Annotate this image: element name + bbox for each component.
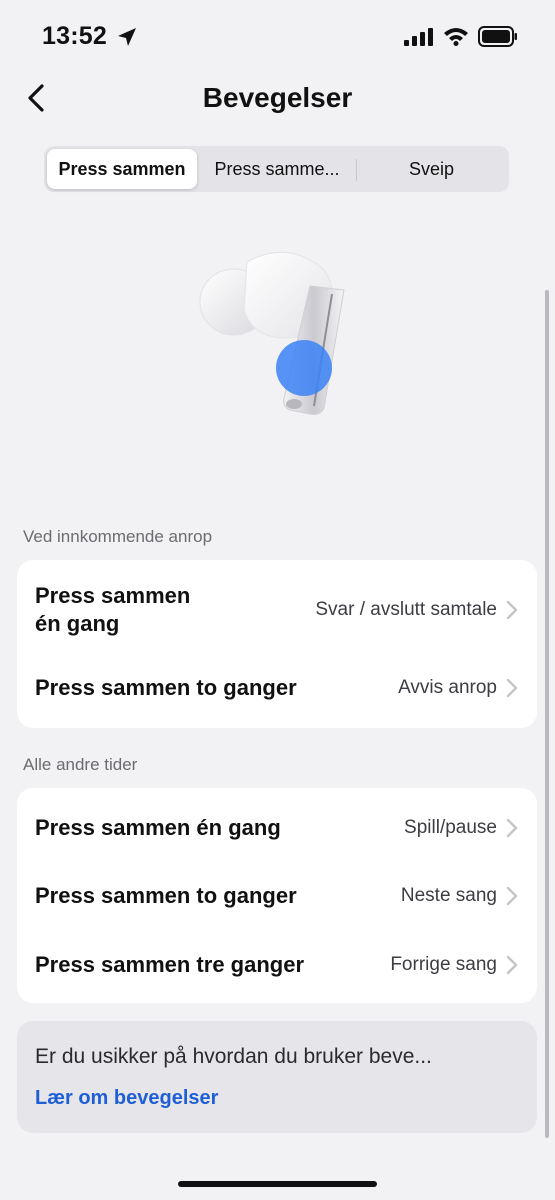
section-header-incoming-calls: Ved innkommende anrop — [23, 527, 213, 546]
home-indicator[interactable] — [178, 1181, 377, 1187]
setting-row-press-twice[interactable]: Press sammen to ganger Neste sang — [17, 862, 537, 930]
settings-card-incoming-calls: Press sammen én gang Svar / avslutt samt… — [17, 560, 537, 728]
setting-row-label: Press sammen tre ganger — [35, 952, 305, 977]
cellular-signal-icon — [404, 28, 433, 46]
setting-row-press-once-call[interactable]: Press sammen én gang Svar / avslutt samt… — [17, 560, 537, 656]
setting-row-value: Forrige sang — [390, 954, 497, 975]
setting-row-press-once[interactable]: Press sammen én gang Spill/pause — [17, 794, 537, 862]
status-bar: 13:52 — [0, 0, 555, 74]
battery-icon — [478, 26, 517, 47]
setting-row-press-three-times[interactable]: Press sammen tre ganger Forrige sang — [17, 930, 537, 998]
setting-row-label: Press sammen to ganger — [35, 883, 297, 908]
tab-swipe[interactable]: Sveip — [357, 149, 506, 189]
setting-row-value: Svar / avslutt samtale — [315, 599, 497, 620]
setting-row-label: Press sammen én gang — [35, 583, 191, 636]
setting-row-label: Press sammen to ganger — [35, 675, 297, 700]
help-text: Er du usikker på hvordan du bruker beve.… — [35, 1045, 432, 1068]
settings-card-other-times: Press sammen én gang Spill/pause Press s… — [17, 788, 537, 1003]
setting-row-label: Press sammen én gang — [35, 815, 281, 840]
learn-gestures-link[interactable]: Lær om bevegelser — [35, 1087, 218, 1110]
chevron-right-icon — [506, 678, 518, 698]
setting-row-value: Neste sang — [400, 885, 497, 906]
wifi-icon — [444, 28, 468, 46]
page-title: Bevegelser — [202, 82, 353, 113]
status-time: 13:52 — [42, 22, 107, 50]
setting-row-value: Spill/pause — [404, 817, 497, 838]
setting-row-press-twice-call[interactable]: Press sammen to ganger Avvis anrop — [17, 656, 537, 728]
chevron-right-icon — [506, 886, 518, 906]
scrollbar[interactable] — [545, 290, 549, 1138]
tab-press-hold[interactable]: Press samme... — [200, 149, 354, 189]
chevron-right-icon — [506, 600, 518, 620]
gesture-tabs: Press sammen Press samme... Sveip — [44, 146, 509, 192]
chevron-right-icon — [506, 818, 518, 838]
earbud-illustration — [199, 251, 345, 415]
nav-bar: Bevegelser — [0, 74, 555, 122]
chevron-right-icon — [506, 955, 518, 975]
tab-press-once[interactable]: Press sammen — [47, 149, 197, 189]
location-arrow-icon — [118, 28, 136, 46]
help-card: Er du usikker på hvordan du bruker beve.… — [17, 1021, 537, 1133]
setting-row-value: Avvis anrop — [398, 677, 497, 698]
section-header-other-times: Alle andre tider — [23, 755, 138, 774]
